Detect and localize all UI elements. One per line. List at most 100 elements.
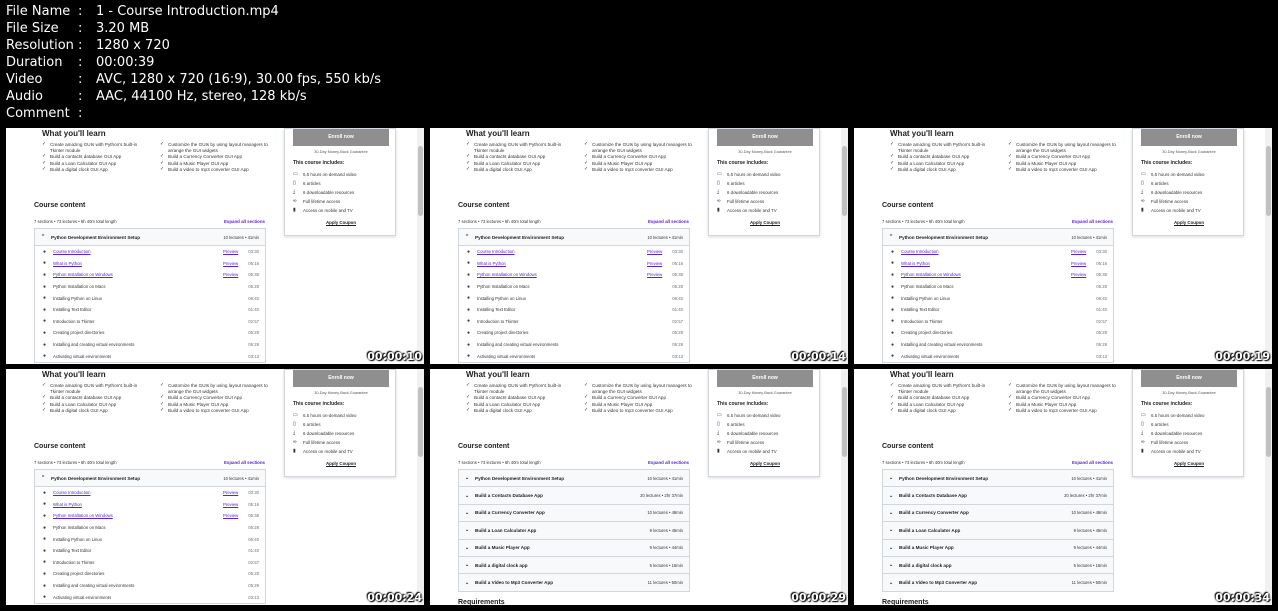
section-header[interactable]: ⌄ Python Development Environment Setup 10 … (883, 470, 1113, 488)
lecture-row[interactable]: ● What is Python Preview 05:16 (883, 258, 1113, 270)
lecture-row[interactable]: ● What is Python Preview 05:16 (35, 499, 265, 511)
lecture-name[interactable]: Python Installation on Windows (53, 513, 223, 518)
preview-link[interactable]: Preview (223, 272, 245, 277)
apply-coupon-link[interactable]: Apply Coupon (1133, 461, 1245, 466)
article-icon: ▯ (1141, 180, 1144, 186)
preview-link[interactable]: Preview (1071, 249, 1093, 254)
lecture-row[interactable]: ● What is Python Preview 05:16 (35, 258, 265, 270)
section-header[interactable]: ⌄ Python Development Environment Setup 10 … (459, 470, 689, 488)
lecture-duration: 03:30 (672, 249, 683, 255)
lecture-name[interactable]: Python Installation on Windows (901, 272, 1071, 277)
preview-link[interactable]: Preview (1071, 272, 1093, 277)
enroll-button[interactable]: Enroll now (1141, 129, 1237, 146)
scrollbar[interactable] (841, 369, 848, 605)
lecture-name[interactable]: Course Introduction (477, 249, 647, 254)
section-name: Build a Loan Calculator App (899, 527, 961, 533)
includes-item: ▭ 6.5 hours on-demand video (717, 170, 780, 179)
check-icon: ✓ (160, 382, 165, 388)
section-header[interactable]: ⌄ Build a Music Player App 9 lectures • 44… (459, 539, 689, 557)
scrollbar[interactable] (841, 128, 848, 364)
section-header[interactable]: ⌃ Python Development Environment Setup 10 … (459, 229, 689, 246)
section-header[interactable]: ⌄ Build a digital clock app 5 lectures • 1… (883, 556, 1113, 575)
section-header[interactable]: ⌄ Build a Video to Mp3 Converter App 11 le… (883, 574, 1113, 592)
scrollbar[interactable] (417, 128, 424, 364)
section-header[interactable]: ⌄ Build a Contacts Database App 20 lecture… (459, 487, 689, 505)
lecture-name[interactable]: Course Introduction (53, 490, 223, 495)
scrollbar-thumb[interactable] (842, 146, 847, 216)
scrollbar-thumb[interactable] (1266, 146, 1271, 216)
section-header[interactable]: ⌄ Build a digital clock app 5 lectures • 1… (459, 556, 689, 575)
enroll-button[interactable]: Enroll now (717, 370, 813, 387)
section-header[interactable]: ⌃ Python Development Environment Setup 10 … (883, 229, 1113, 246)
scrollbar-thumb[interactable] (418, 387, 423, 457)
lecture-name[interactable]: What is Python (53, 261, 223, 266)
preview-link[interactable]: Preview (647, 249, 669, 254)
scrollbar-thumb[interactable] (418, 146, 423, 216)
lecture-row[interactable]: ● Python Installation on Windows Preview 05… (459, 269, 689, 281)
apply-coupon-link[interactable]: Apply Coupon (709, 220, 821, 225)
lecture-row[interactable]: ● Python Installation on Windows Preview 05… (35, 269, 265, 281)
lecture-name[interactable]: Course Introduction (53, 249, 223, 254)
enroll-button[interactable]: Enroll now (293, 129, 389, 146)
lecture-row[interactable]: ● Course Introduction Preview 03:30 (35, 487, 265, 499)
section-header[interactable]: ⌃ Python Development Environment Setup 10 … (35, 470, 265, 487)
section-header[interactable]: ⌄ Build a Currency Converter App 10 lectur… (883, 504, 1113, 523)
apply-coupon-link[interactable]: Apply Coupon (285, 461, 397, 466)
preview-link[interactable]: Preview (223, 249, 245, 254)
section-header[interactable]: ⌄ Build a Loan Calculator App 9 lectures •… (459, 522, 689, 540)
section-header[interactable]: ⌄ Build a Video to Mp3 Converter App 11 le… (459, 574, 689, 592)
section-header[interactable]: ⌄ Build a Currency Converter App 10 lectur… (459, 504, 689, 523)
expand-all-link[interactable]: Expand all sections (648, 219, 689, 224)
lecture-name: Installing and creating virtual environm… (901, 342, 983, 348)
preview-link[interactable]: Preview (647, 272, 669, 277)
enroll-button[interactable]: Enroll now (717, 129, 813, 146)
scrollbar-thumb[interactable] (842, 387, 847, 457)
section-header[interactable]: ⌄ Build a Contacts Database App 20 lecture… (883, 487, 1113, 505)
preview-link[interactable]: Preview (647, 261, 669, 266)
lecture-duration: 02:57 (672, 318, 683, 324)
includes-item: ▮ Access on mobile and TV (1141, 206, 1204, 215)
lecture-row[interactable]: ● Course Introduction Preview 03:30 (883, 246, 1113, 258)
lecture-name[interactable]: What is Python (53, 502, 223, 507)
scrollbar[interactable] (1265, 369, 1272, 605)
apply-coupon-link[interactable]: Apply Coupon (709, 461, 821, 466)
lecture-name[interactable]: Python Installation on Windows (477, 272, 647, 277)
expand-all-link[interactable]: Expand all sections (648, 460, 689, 465)
lecture-row[interactable]: ● Course Introduction Preview 03:30 (459, 246, 689, 258)
expand-all-link[interactable]: Expand all sections (1072, 460, 1113, 465)
preview-link[interactable]: Preview (223, 490, 245, 495)
section-header[interactable]: ⌃ Python Development Environment Setup 10 … (35, 229, 265, 246)
lecture-row[interactable]: ● What is Python Preview 05:16 (459, 258, 689, 270)
learn-list: ✓ Create amazing GUIs with Python's built… (466, 382, 696, 414)
lecture-row[interactable]: ● Course Introduction Preview 03:30 (35, 246, 265, 258)
apply-coupon-link[interactable]: Apply Coupon (1133, 220, 1245, 225)
scrollbar[interactable] (1265, 128, 1272, 364)
check-icon: ✓ (42, 166, 47, 173)
preview-link[interactable]: Preview (223, 261, 245, 266)
preview-link[interactable]: Preview (223, 513, 245, 518)
preview-link[interactable]: Preview (1071, 261, 1093, 266)
scrollbar[interactable] (417, 369, 424, 605)
lecture-name[interactable]: What is Python (901, 261, 1071, 266)
includes-item: ⤓ 6 downloadable resources (717, 429, 780, 438)
lecture-row[interactable]: ● Python Installation on Windows Preview 05… (883, 269, 1113, 281)
lecture-name[interactable]: What is Python (477, 261, 647, 266)
lecture-name[interactable]: Python Installation on Windows (53, 272, 223, 277)
expand-all-link[interactable]: Expand all sections (224, 219, 265, 224)
section-header[interactable]: ⌄ Build a Music Player App 9 lectures • 44… (883, 539, 1113, 557)
lecture-row: ● Python Installation on Macs 05:28 (883, 281, 1113, 293)
info-separator: : (78, 4, 83, 19)
preview-link[interactable]: Preview (223, 502, 245, 507)
enroll-button[interactable]: Enroll now (1141, 370, 1237, 387)
scrollbar-thumb[interactable] (1266, 387, 1271, 457)
expand-all-link[interactable]: Expand all sections (224, 460, 265, 465)
section-header[interactable]: ⌄ Build a Loan Calculator App 9 lectures •… (883, 522, 1113, 540)
expand-all-link[interactable]: Expand all sections (1072, 219, 1113, 224)
includes-text: 6.5 hours on-demand video (1151, 413, 1205, 418)
lecture-name[interactable]: Course Introduction (901, 249, 1071, 254)
learn-item-text: Build a video to mp3 converter GUI App (168, 408, 249, 414)
timestamp: 00:00:10 (367, 350, 422, 363)
lecture-row[interactable]: ● Python Installation on Windows Preview 05… (35, 510, 265, 522)
apply-coupon-link[interactable]: Apply Coupon (285, 220, 397, 225)
enroll-button[interactable]: Enroll now (293, 370, 389, 387)
